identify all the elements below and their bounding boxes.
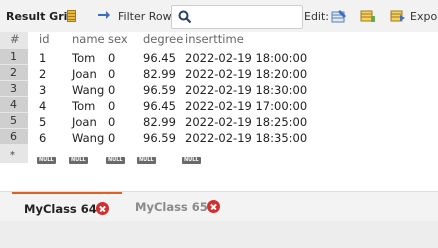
row-number[interactable]: 6 [0, 129, 28, 145]
cell-id[interactable]: 5 [39, 115, 46, 129]
cell-inserttime[interactable]: 2022-02-19 18:35:00 [185, 131, 307, 145]
cell-inserttime[interactable]: 2022-02-19 18:25:00 [185, 115, 307, 129]
row-number[interactable]: 3 [0, 81, 28, 97]
cell-degree[interactable]: 82.99 [143, 115, 176, 129]
row-number[interactable]: 4 [0, 97, 28, 113]
row-number[interactable]: 2 [0, 65, 28, 81]
tab-myclass-64[interactable]: MyClass 64 [12, 192, 122, 221]
tab-label: MyClass 65 [135, 200, 208, 214]
cell-sex[interactable]: 0 [108, 115, 115, 129]
cell-name[interactable]: Tom [72, 99, 95, 113]
cell-sex[interactable]: 0 [108, 67, 115, 81]
row-number-gutter: 1 2 3 4 5 6 [0, 32, 28, 163]
edit-row-icon[interactable] [360, 9, 376, 23]
row-number[interactable]: 5 [0, 113, 28, 129]
bottom-panel [0, 221, 438, 248]
cell-name[interactable]: Wang [72, 131, 104, 145]
column-header-degree[interactable]: degree [143, 32, 183, 46]
cell-inserttime[interactable]: 2022-02-19 18:20:00 [185, 67, 307, 81]
tab-myclass-65[interactable]: MyClass 65 [124, 192, 234, 221]
grid-icon[interactable] [67, 10, 76, 22]
export-label[interactable]: Expor [410, 10, 438, 23]
cell-sex[interactable]: 0 [108, 131, 115, 145]
cell-name[interactable]: Tom [72, 51, 95, 65]
cell-inserttime[interactable]: 2022-02-19 18:30:00 [185, 83, 307, 97]
column-header-inserttime[interactable]: inserttime [185, 32, 244, 46]
row-number[interactable]: 1 [0, 49, 28, 65]
null-badge[interactable]: NULL [182, 157, 201, 164]
export-icon[interactable] [390, 9, 406, 23]
cell-name[interactable]: Wang [72, 83, 104, 97]
tab-label: MyClass 64 [24, 202, 97, 216]
cell-degree[interactable]: 96.59 [143, 131, 176, 145]
search-icon [178, 10, 192, 24]
filter-rows-input[interactable] [171, 5, 303, 29]
column-header-name[interactable]: name [72, 32, 105, 46]
cell-degree[interactable]: 96.45 [143, 51, 176, 65]
new-row-marker: * [10, 150, 15, 161]
null-badge[interactable]: NULL [69, 157, 88, 164]
column-header-hash: # [10, 32, 20, 46]
cell-sex[interactable]: 0 [108, 99, 115, 113]
cell-id[interactable]: 6 [39, 131, 46, 145]
null-badge[interactable]: NULL [106, 157, 125, 164]
cell-sex[interactable]: 0 [108, 83, 115, 97]
edit-label: Edit: [304, 10, 330, 23]
edit-grid-icon[interactable] [331, 9, 347, 23]
cell-id[interactable]: 4 [39, 99, 46, 113]
cell-sex[interactable]: 0 [108, 51, 115, 65]
cell-degree[interactable]: 96.45 [143, 99, 176, 113]
cell-name[interactable]: Joan [72, 67, 97, 81]
cell-id[interactable]: 3 [39, 83, 46, 97]
cell-degree[interactable]: 96.59 [143, 83, 176, 97]
cell-id[interactable]: 2 [39, 67, 46, 81]
cell-inserttime[interactable]: 2022-02-19 18:00:00 [185, 51, 307, 65]
cell-id[interactable]: 1 [39, 51, 46, 65]
grid-empty-area [0, 170, 438, 191]
result-tab-bar: MyClass 64 MyClass 65 [0, 191, 438, 221]
close-icon[interactable] [96, 202, 109, 215]
result-grid-label: Result Grid [6, 10, 76, 23]
close-icon[interactable] [207, 200, 220, 213]
null-badge[interactable]: NULL [37, 157, 56, 164]
result-grid-toolbar: Result Grid Filter Rows: Edit: Expor [0, 0, 438, 32]
null-badge[interactable]: NULL [137, 157, 156, 164]
swap-icon[interactable] [96, 9, 112, 23]
cell-inserttime[interactable]: 2022-02-19 17:00:00 [185, 99, 307, 113]
column-header-sex[interactable]: sex [108, 32, 128, 46]
cell-name[interactable]: Joan [72, 115, 97, 129]
column-header-id[interactable]: id [39, 32, 50, 46]
cell-degree[interactable]: 82.99 [143, 67, 176, 81]
